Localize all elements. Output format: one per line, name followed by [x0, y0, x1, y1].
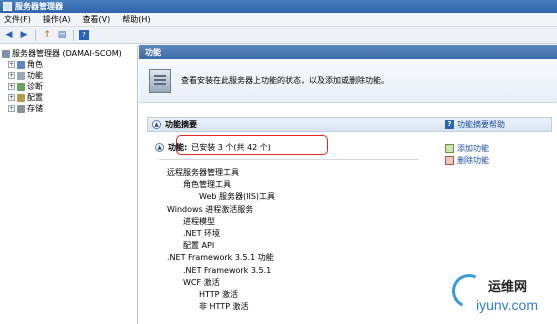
expand-icon[interactable]: +	[8, 94, 15, 101]
up-level-icon[interactable]: ↑	[41, 29, 53, 41]
menu-bar: 文件(F) 操作(A) 查看(V) 帮助(H)	[0, 13, 557, 27]
list-item: 角色管理工具	[183, 180, 231, 190]
list-item: 配置 API	[183, 241, 215, 251]
tree-item-storage[interactable]: + 存储	[2, 103, 135, 114]
menu-action[interactable]: 操作(A)	[43, 14, 71, 25]
features-status: 已安装 3 个(共 42 个)	[191, 143, 271, 152]
features-status-row: ▲ 功能: 已安装 3 个(共 42 个)	[155, 142, 271, 153]
toolbar-separator	[35, 29, 36, 41]
list-item: 远程服务器管理工具	[167, 168, 239, 177]
roles-icon	[17, 60, 25, 69]
expand-icon[interactable]: +	[8, 61, 15, 68]
server-manager-icon	[3, 2, 12, 11]
list-item: .NET 环境	[183, 228, 221, 238]
forward-arrow-icon[interactable]: ▶	[18, 29, 30, 41]
list-item: Web 服务器(IIS)工具	[199, 192, 276, 202]
expand-icon[interactable]: +	[8, 105, 15, 112]
remove-features-icon	[445, 155, 454, 165]
watermark-url: iyunv.com	[476, 297, 538, 313]
tree-item-label: 角色	[27, 60, 43, 69]
show-console-tree-icon[interactable]: ▤	[56, 29, 68, 41]
features-banner-icon	[149, 68, 171, 93]
expand-icon[interactable]: +	[8, 83, 15, 90]
server-icon	[2, 49, 10, 58]
intro-text: 查看安装在此服务器上功能的状态，以及添加或删除功能。	[181, 76, 389, 85]
collapse-section-icon[interactable]: ▲	[152, 120, 161, 129]
add-features-link[interactable]: 添加功能	[445, 142, 489, 154]
list-item: .NET Framework 3.5.1	[183, 265, 272, 275]
collapse-features-icon[interactable]: ▲	[155, 143, 164, 152]
tree-root-label: 服务器管理器 (DAMAI-SCOM)	[12, 49, 122, 58]
list-item: .NET Framework 3.5.1 功能	[167, 253, 274, 263]
help-icon[interactable]: ?	[79, 30, 89, 40]
divider	[159, 159, 419, 160]
tree-item-label: 诊断	[27, 82, 43, 91]
list-item: HTTP 激活	[199, 289, 239, 299]
expand-icon[interactable]: +	[8, 72, 15, 79]
toolbar-separator	[73, 29, 74, 41]
console-tree: 服务器管理器 (DAMAI-SCOM) + 角色 + 功能 + 诊断 + 配置 …	[0, 45, 138, 324]
tree-item-roles[interactable]: + 角色	[2, 59, 135, 70]
diagnostics-icon	[17, 82, 25, 91]
tree-item-label: 存储	[27, 104, 43, 113]
menu-file[interactable]: 文件(F)	[4, 14, 31, 25]
site-watermark: 运维网 iyunv.com	[447, 269, 552, 320]
tree-item-label: 配置	[27, 93, 43, 102]
installed-features-list: 远程服务器管理工具 角色管理工具 Web 服务器(IIS)工具 Windows …	[167, 167, 275, 313]
tree-item-label: 功能	[27, 71, 43, 80]
tree-item-diagnostics[interactable]: + 诊断	[2, 81, 135, 92]
actions-panel: 添加功能 删除功能	[445, 142, 489, 166]
features-summary-help-link[interactable]: ? 功能摘要帮助	[445, 119, 505, 130]
features-label: 功能:	[168, 143, 188, 152]
remove-features-link[interactable]: 删除功能	[445, 154, 489, 166]
menu-view[interactable]: 查看(V)	[83, 14, 111, 25]
list-item: 非 HTTP 激活	[199, 302, 249, 312]
window-title: 服务器管理器	[15, 2, 63, 11]
back-arrow-icon[interactable]: ◀	[3, 29, 15, 41]
features-icon	[17, 71, 25, 80]
list-item: Windows 进程激活服务	[167, 204, 254, 214]
tree-item-features[interactable]: + 功能	[2, 70, 135, 81]
configuration-icon	[17, 93, 25, 102]
pane-title: 功能	[139, 45, 557, 59]
action-label: 添加功能	[457, 143, 489, 153]
storage-icon	[17, 104, 25, 113]
help-link-label: 功能摘要帮助	[457, 120, 505, 129]
tree-root-server-manager[interactable]: 服务器管理器 (DAMAI-SCOM)	[2, 48, 135, 59]
list-item: WCF 激活	[183, 277, 220, 287]
action-label: 删除功能	[457, 155, 489, 165]
intro-banner: 查看安装在此服务器上功能的状态，以及添加或删除功能。	[139, 59, 557, 103]
watermark-title: 运维网	[488, 280, 528, 295]
title-bar: 服务器管理器	[0, 0, 557, 13]
list-item: 进程模型	[183, 216, 215, 226]
toolbar: ◀ ▶ ↑ ▤ ?	[0, 27, 557, 44]
add-features-icon	[445, 143, 454, 153]
tree-item-configuration[interactable]: + 配置	[2, 92, 135, 103]
help-icon: ?	[445, 120, 454, 129]
section-title: 功能摘要	[165, 120, 197, 129]
menu-help[interactable]: 帮助(H)	[122, 14, 150, 25]
